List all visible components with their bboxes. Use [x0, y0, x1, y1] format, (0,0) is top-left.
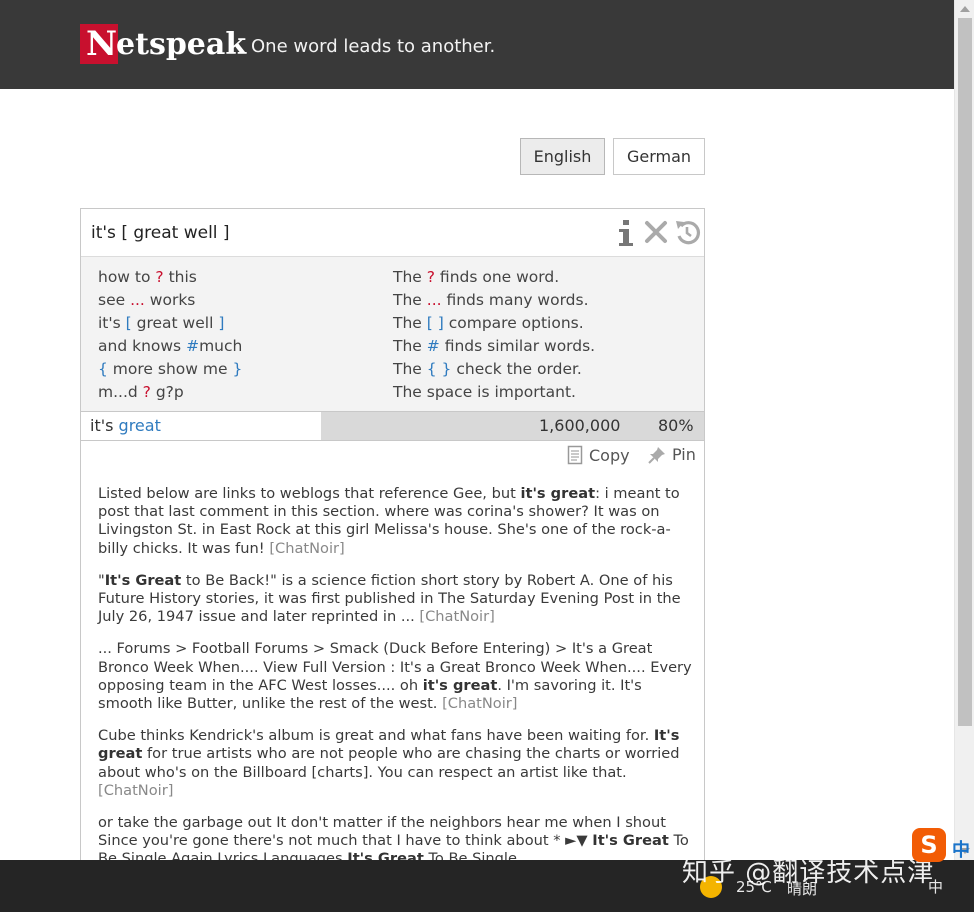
operator-token: { [98, 360, 108, 378]
language-english-button[interactable]: English [520, 138, 605, 175]
pin-icon [648, 446, 665, 464]
operator-token: # [186, 337, 200, 355]
tagline: One word leads to another. [251, 36, 496, 57]
snippet: Listed below are links to weblogs that r… [98, 485, 693, 558]
help-example[interactable]: { more show me } [98, 358, 242, 381]
snippet: Cube thinks Kendrick's album is great an… [98, 727, 693, 800]
snippet-source-link[interactable]: [ChatNoir] [442, 695, 517, 712]
scroll-thumb[interactable] [958, 18, 972, 726]
page-scrollbar[interactable] [954, 0, 974, 860]
operator-token: # [426, 337, 440, 355]
operator-token: ... [130, 291, 145, 309]
operator-token: { } [426, 360, 452, 378]
operator-token: ? [142, 383, 151, 401]
snippet-match: it's great [422, 676, 498, 694]
logo-mark: N [80, 24, 118, 64]
operator-token: ... [426, 291, 442, 309]
result-phrase[interactable]: it's great [81, 412, 321, 440]
query-help: how to ? this see ... works it's [ great… [81, 256, 704, 411]
snippet-text: Cube thinks Kendrick's album is great an… [98, 727, 654, 745]
help-explanation: The space is important. [393, 383, 576, 401]
operator-token: [ ] [426, 314, 444, 332]
sogou-ime-logo-icon[interactable]: S [912, 828, 946, 862]
copy-button[interactable]: Copy [567, 445, 630, 465]
help-explanation: The ... finds many words. [393, 291, 589, 309]
undo-icon[interactable] [673, 218, 701, 246]
result-highlight: great [118, 416, 161, 435]
help-example[interactable]: see ... works [98, 289, 242, 312]
help-explanation: The [ ] compare options. [393, 314, 584, 332]
snippet: "It's Great to Be Back!" is a science fi… [98, 572, 693, 627]
close-icon[interactable] [643, 219, 669, 245]
snippet-source-link[interactable]: [ChatNoir] [419, 608, 494, 625]
help-explanation: The # finds similar words. [393, 337, 596, 355]
pin-button[interactable]: Pin [648, 445, 696, 464]
watermark-text: 知乎 @翻译技术点津 [682, 858, 935, 888]
sogou-ime-mode[interactable]: 中 [952, 836, 970, 862]
help-explanation: The ? finds one word. [393, 268, 560, 286]
search-panel: how to ? this see ... works it's [ great… [80, 208, 705, 868]
result-actions: Copy Pin [81, 441, 704, 471]
copy-icon [567, 445, 583, 465]
snippet-match: It's Great [592, 832, 669, 850]
operator-token: ] [218, 314, 225, 332]
snippet-text: for true artists who are not people who … [98, 745, 680, 781]
snippet-match: it's great [520, 485, 596, 502]
result-percent: 80% [658, 416, 694, 435]
snippet-text: " [98, 571, 105, 589]
operator-token: } [232, 360, 243, 378]
snippet-text: or take the garbage out It don't matter … [98, 814, 666, 850]
help-explanations: The ? finds one word. The ... finds many… [393, 266, 595, 404]
help-explanation: The { } check the order. [393, 360, 582, 378]
help-example[interactable]: and knows #much [98, 335, 242, 358]
example-snippets: Listed below are links to weblogs that r… [98, 485, 693, 867]
help-example[interactable]: how to ? this [98, 266, 242, 289]
snippet-text: to Be Back!" is a science fiction short … [98, 571, 681, 626]
pin-label: Pin [672, 445, 696, 464]
logo-text: etspeak [116, 26, 247, 62]
snippet: ... Forums > Football Forums > Smack (Du… [98, 640, 693, 713]
snippet-match: It's Great [104, 571, 182, 589]
snippet-text: Listed below are links to weblogs that r… [98, 485, 521, 502]
search-input[interactable] [81, 209, 601, 256]
operator-token: ? [155, 268, 164, 286]
result-row[interactable]: it's great 1,600,000 80% [81, 411, 704, 441]
help-example[interactable]: m...d ? g?p [98, 381, 242, 404]
result-count: 1,600,000 [539, 416, 621, 435]
info-icon[interactable] [614, 218, 638, 248]
search-bar [81, 209, 704, 256]
netspeak-logo[interactable]: N etspeak [80, 24, 246, 64]
help-examples: how to ? this see ... works it's [ great… [98, 266, 242, 404]
site-header: N etspeak One word leads to another. [0, 0, 954, 89]
help-example[interactable]: it's [ great well ] [98, 312, 242, 335]
snippet-source-link[interactable]: [ChatNoir] [98, 782, 173, 799]
copy-label: Copy [589, 445, 630, 465]
language-german-button[interactable]: German [613, 138, 705, 175]
scroll-up-arrow-icon[interactable] [960, 6, 970, 12]
operator-token: ? [426, 268, 435, 286]
snippet-source-link[interactable]: [ChatNoir] [269, 540, 344, 557]
